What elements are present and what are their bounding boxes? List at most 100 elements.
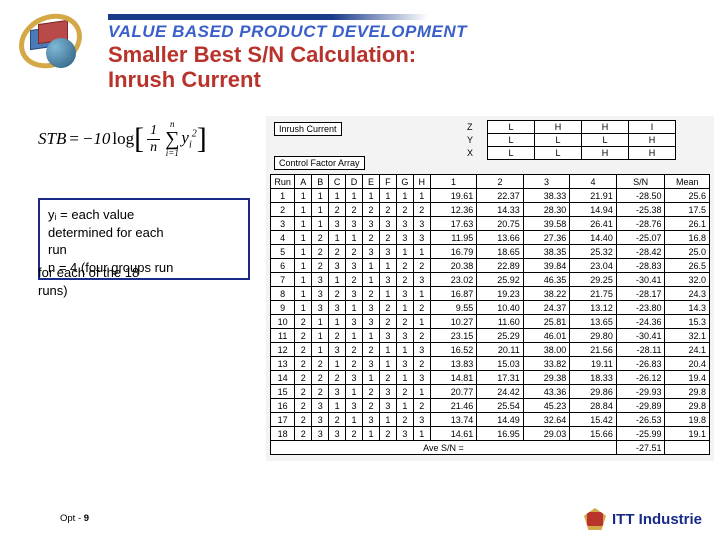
cell: 25.54 [477, 399, 524, 413]
nfa-cell: H [535, 121, 582, 134]
cell: 2 [346, 203, 363, 217]
cell: 25.32 [570, 245, 617, 259]
cell: 2 [312, 371, 329, 385]
cell: 2 [379, 203, 396, 217]
cell: 2 [295, 399, 312, 413]
table-row: 162313231221.4625.5445.2328.84-29.8929.8 [271, 399, 710, 413]
table-row: 142223121314.8117.3129.3818.33-26.1219.4 [271, 371, 710, 385]
cell: 3 [346, 371, 363, 385]
cell: 3 [413, 273, 430, 287]
cell: 15.03 [477, 357, 524, 371]
cell: 2 [329, 413, 346, 427]
col-cf-F: F [379, 175, 396, 189]
cell: 10 [271, 315, 295, 329]
col-run: Run [271, 175, 295, 189]
cell: 14.61 [430, 427, 477, 441]
cell: 18.33 [570, 371, 617, 385]
cell: 1 [379, 287, 396, 301]
cell: 3 [379, 273, 396, 287]
col-cf-G: G [396, 175, 413, 189]
cell: 19.23 [477, 287, 524, 301]
cell: -23.80 [616, 301, 665, 315]
col-sn: S/N [616, 175, 665, 189]
cell: 21.46 [430, 399, 477, 413]
cell: 3 [346, 287, 363, 301]
cell: 24.42 [477, 385, 524, 399]
cell: 19.11 [570, 357, 617, 371]
col-cf-D: D [346, 175, 363, 189]
cell: 1 [295, 203, 312, 217]
cell: 2 [346, 245, 363, 259]
cell: 2 [295, 427, 312, 441]
nfa-cell: H [629, 134, 676, 147]
data-table-group: Inrush Current Noise Factor Array Contro… [266, 116, 714, 461]
cell: 2 [363, 231, 380, 245]
cell: 33.82 [523, 357, 570, 371]
page-footer: Opt - 9 [60, 513, 89, 524]
cell: 1 [396, 371, 413, 385]
cell: 38.22 [523, 287, 570, 301]
cell: 1 [329, 189, 346, 203]
cell: -28.42 [616, 245, 665, 259]
cell: 13.74 [430, 413, 477, 427]
cell: 3 [312, 287, 329, 301]
cell: 32.0 [665, 273, 710, 287]
cell: 1 [363, 189, 380, 203]
cell: 9.55 [430, 301, 477, 315]
cell: 19.1 [665, 427, 710, 441]
cell: 1 [363, 329, 380, 343]
cell: 14.3 [665, 301, 710, 315]
cell: 25.29 [477, 329, 524, 343]
cell: 3 [396, 427, 413, 441]
col-cf-H: H [413, 175, 430, 189]
cell: 1 [312, 189, 329, 203]
cell: 1 [346, 189, 363, 203]
cell: 1 [346, 231, 363, 245]
cell: 3 [396, 231, 413, 245]
cell: 3 [329, 259, 346, 273]
table-row: 132212313213.8315.0333.8219.11-26.8320.4 [271, 357, 710, 371]
cell: 3 [413, 413, 430, 427]
nfa-cell: H [582, 121, 629, 134]
cell: 2 [329, 287, 346, 301]
cell: 2 [295, 357, 312, 371]
formula-coef: −10 [82, 129, 110, 149]
noise-factor-array: ZLHHIYLLLHXLLHH [465, 120, 676, 160]
cell: 20.38 [430, 259, 477, 273]
cell: 1 [312, 343, 329, 357]
cell: 1 [295, 259, 312, 273]
cell: 2 [379, 301, 396, 315]
cell: 2 [379, 427, 396, 441]
cell: 3 [363, 357, 380, 371]
cell: 38.33 [523, 189, 570, 203]
cell: 16.87 [430, 287, 477, 301]
cell: 46.35 [523, 273, 570, 287]
cell: 29.80 [570, 329, 617, 343]
nfa-cell: L [535, 134, 582, 147]
cell: 15.42 [570, 413, 617, 427]
nfa-cell: L [488, 134, 535, 147]
cell: 2 [413, 329, 430, 343]
cell: 2 [363, 385, 380, 399]
cell: 39.84 [523, 259, 570, 273]
cell: 29.8 [665, 399, 710, 413]
cell: 16.79 [430, 245, 477, 259]
cell: 2 [312, 231, 329, 245]
cell: 1 [295, 273, 312, 287]
table-row: 71312132323.0225.9246.3529.25-30.4132.0 [271, 273, 710, 287]
title-line1: Smaller Best S/N Calculation: [108, 42, 416, 67]
cell: 25.6 [665, 189, 710, 203]
cell: 3 [346, 259, 363, 273]
cell: -25.99 [616, 427, 665, 441]
cell: 1 [363, 273, 380, 287]
cell: 1 [413, 245, 430, 259]
cell: -28.50 [616, 189, 665, 203]
cell: 2 [363, 399, 380, 413]
cell: 1 [379, 189, 396, 203]
cell: 2 [396, 203, 413, 217]
cell: 2 [363, 287, 380, 301]
cell: 26.5 [665, 259, 710, 273]
col-group-3: 3 [523, 175, 570, 189]
table-row: 152231232120.7724.4243.3629.86-29.9329.8 [271, 385, 710, 399]
cell: 1 [413, 189, 430, 203]
